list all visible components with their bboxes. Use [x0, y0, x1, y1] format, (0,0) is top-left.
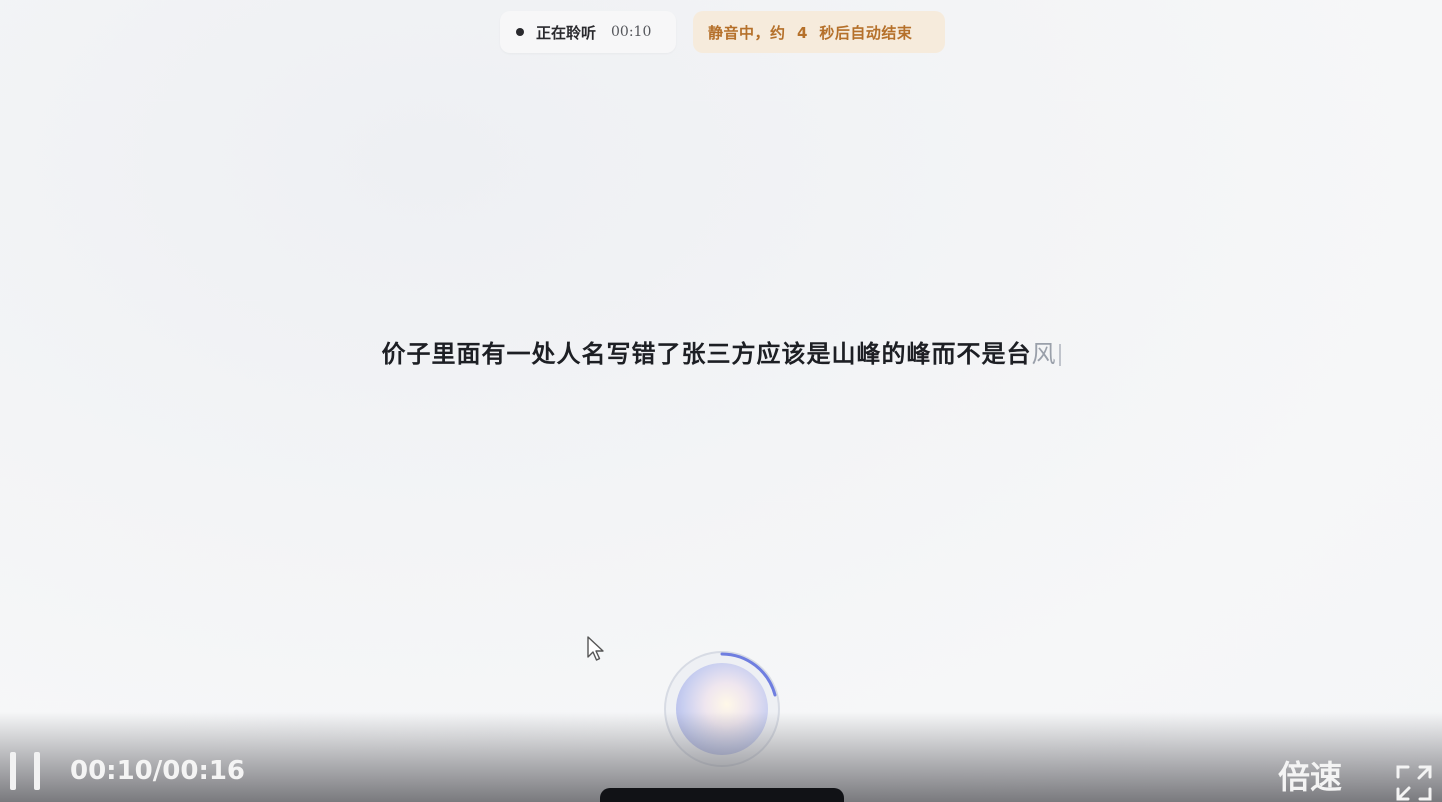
playback-time: 00:10/00:16	[70, 756, 246, 786]
playback-speed-button[interactable]: 倍速	[1278, 752, 1342, 798]
live-transcript: 价子里面有一处人名写错了张三方应该是山峰的峰而不是台风	[0, 334, 1442, 369]
text-caret	[1058, 344, 1061, 366]
pause-icon	[10, 752, 16, 790]
pause-button[interactable]	[8, 752, 42, 790]
mute-notice-pill: 静音中，约 4 秒后自动结束	[693, 11, 945, 53]
mouse-pointer-icon	[587, 636, 604, 661]
pause-icon-bar	[34, 752, 40, 790]
transcript-text: 价子里面有一处人名写错了张三方应该是山峰的峰而不是台	[381, 340, 1032, 368]
fullscreen-icon[interactable]	[1396, 765, 1432, 801]
listening-timer: 00:10	[611, 24, 652, 40]
status-bar: 正在聆听 00:10 静音中，约 4 秒后自动结束	[0, 11, 1442, 53]
listening-label: 正在聆听	[536, 23, 597, 42]
recording-dot-icon	[516, 28, 524, 36]
bottom-handle	[600, 788, 844, 802]
listening-status-pill: 正在聆听 00:10	[500, 11, 676, 53]
transcript-pending-text: 风	[1031, 340, 1057, 368]
mute-notice-text: 静音中，约 4 秒后自动结束	[708, 23, 913, 42]
